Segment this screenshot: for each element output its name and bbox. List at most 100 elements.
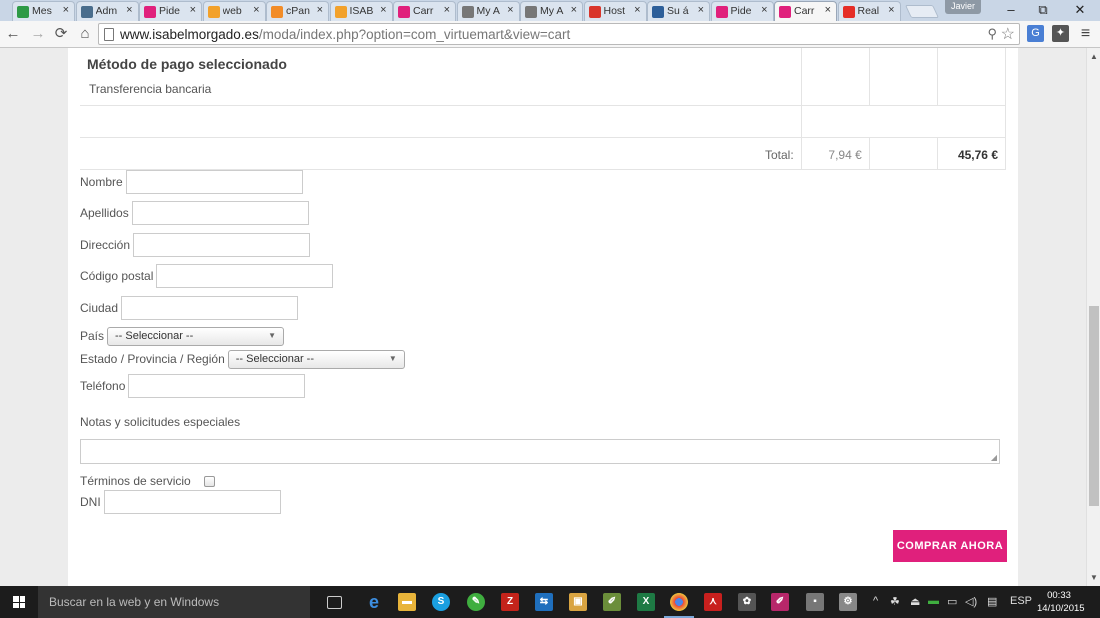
close-tab-icon[interactable]: ×: [761, 4, 767, 16]
close-tab-icon[interactable]: ×: [253, 4, 259, 16]
page-scrollbar[interactable]: ▲ ▼: [1086, 48, 1100, 586]
bookmark-star-icon[interactable]: ☆: [1001, 24, 1015, 44]
field-ciudad: Ciudad: [80, 296, 299, 320]
reload-icon[interactable]: ⟳: [52, 24, 70, 44]
close-tab-icon[interactable]: ×: [571, 4, 577, 16]
settings-app-icon[interactable]: ⚙: [839, 593, 857, 611]
direccion-input[interactable]: [133, 233, 311, 257]
teamviewer-icon[interactable]: ⇆: [535, 593, 553, 611]
browser-tab[interactable]: cPan ×: [266, 1, 329, 21]
browser-tab[interactable]: Mes ×: [12, 1, 75, 21]
start-button[interactable]: [0, 586, 38, 618]
pdf-creator-icon[interactable]: ✐: [771, 593, 789, 611]
filezilla-icon[interactable]: Z: [501, 593, 519, 611]
profile-button[interactable]: Javier: [945, 0, 981, 14]
cart-summary-table: Método de pago seleccionado Transferenci…: [80, 48, 1007, 170]
close-window-icon[interactable]: ✕: [1062, 0, 1098, 21]
close-tab-icon[interactable]: ×: [634, 4, 640, 16]
region-select[interactable]: -- Seleccionar -- ▼: [227, 349, 405, 369]
tray-app-icon[interactable]: ☘: [890, 595, 900, 608]
ciudad-input[interactable]: [121, 296, 299, 320]
dropdown-arrow-icon: ▼: [388, 353, 397, 363]
tray-green-icon[interactable]: ▬: [928, 595, 939, 607]
close-tab-icon[interactable]: ×: [444, 4, 450, 16]
field-telefono: Teléfono: [80, 374, 306, 398]
telefono-input[interactable]: [128, 374, 306, 398]
scroll-thumb[interactable]: [1089, 306, 1099, 506]
terms-checkbox[interactable]: [203, 475, 215, 487]
nombre-input[interactable]: [125, 170, 303, 194]
restore-icon[interactable]: ⧉: [1025, 0, 1061, 21]
browser-tab[interactable]: Pide ×: [139, 1, 202, 21]
taskbar-search[interactable]: Buscar en la web y en Windows: [38, 586, 310, 618]
usb-icon[interactable]: ⏏: [910, 595, 920, 608]
notifications-icon[interactable]: ▤: [987, 595, 997, 608]
new-tab-button[interactable]: [904, 5, 940, 18]
translate-extension-icon[interactable]: G: [1027, 25, 1044, 42]
browser-tab[interactable]: Su á ×: [647, 1, 710, 21]
clock[interactable]: 00:33 14/10/2015: [1037, 589, 1085, 615]
acrobat-icon[interactable]: ⋏: [704, 593, 722, 611]
green-app-icon[interactable]: ✎: [467, 593, 485, 611]
language-indicator[interactable]: ESP: [1010, 595, 1032, 607]
close-tab-icon[interactable]: ×: [317, 4, 323, 16]
paint-icon[interactable]: ✿: [738, 593, 756, 611]
volume-icon[interactable]: ◁): [965, 595, 977, 608]
excel-icon[interactable]: X: [637, 593, 655, 611]
close-tab-icon[interactable]: ×: [190, 4, 196, 16]
pin-icon[interactable]: ⚲: [987, 26, 997, 42]
buy-now-button[interactable]: COMPRAR AHORA: [893, 530, 1007, 562]
file-explorer-icon[interactable]: ▬: [398, 593, 416, 611]
telefono-label: Teléfono: [80, 379, 126, 393]
scroll-up-arrow-icon[interactable]: ▲: [1090, 52, 1098, 61]
joomla-icon: [334, 6, 347, 18]
browser-tab[interactable]: My A ×: [456, 1, 520, 21]
close-tab-icon[interactable]: ×: [698, 4, 704, 16]
browser-tab[interactable]: Host ×: [583, 1, 647, 21]
battery-icon[interactable]: ▭: [947, 595, 957, 608]
browser-tab[interactable]: Real ×: [837, 1, 901, 21]
direccion-label: Dirección: [80, 238, 131, 252]
browser-tab[interactable]: My A ×: [520, 1, 583, 21]
shop-logo-icon: [398, 6, 410, 18]
back-arrow-icon[interactable]: ←: [4, 24, 22, 44]
folder-app-icon[interactable]: ▣: [569, 593, 587, 611]
browser-tab[interactable]: Pide ×: [710, 1, 774, 21]
notes-textarea[interactable]: ◢: [80, 439, 1000, 464]
chrome-icon[interactable]: [664, 593, 694, 618]
edge-icon[interactable]: e: [365, 593, 383, 611]
pais-select[interactable]: -- Seleccionar -- ▼: [107, 326, 285, 346]
browser-tab[interactable]: web ×: [202, 1, 266, 21]
close-tab-icon[interactable]: ×: [888, 4, 894, 16]
close-tab-icon[interactable]: ×: [126, 4, 132, 16]
browser-tab[interactable]: Carr ×: [393, 1, 456, 21]
extension-icon[interactable]: ✦: [1052, 25, 1069, 42]
codigo-postal-input[interactable]: [156, 264, 334, 288]
browser-tab[interactable]: ISAB ×: [329, 1, 393, 21]
skype-icon[interactable]: S: [432, 593, 450, 611]
close-tab-icon[interactable]: ×: [63, 4, 69, 16]
tab-title: Pide: [730, 5, 752, 17]
window-app-icon[interactable]: ▪: [806, 593, 824, 611]
task-view-icon[interactable]: [327, 596, 342, 609]
address-bar[interactable]: www.isabelmorgado.es/moda/index.php?opti…: [98, 23, 1020, 45]
close-tab-icon[interactable]: ×: [380, 4, 386, 16]
browser-tab[interactable]: Adm ×: [75, 1, 139, 21]
browser-tab[interactable]: Carr ×: [774, 1, 837, 21]
tax-total: 7,94 €: [800, 136, 870, 170]
tab-title: web: [222, 5, 242, 17]
close-tab-icon[interactable]: ×: [825, 4, 831, 16]
menu-icon[interactable]: ≡: [1077, 25, 1094, 42]
resize-grip-icon[interactable]: ◢: [991, 453, 997, 462]
scroll-down-arrow-icon[interactable]: ▼: [1090, 573, 1098, 582]
forward-arrow-icon[interactable]: →: [29, 24, 47, 44]
ciudad-label: Ciudad: [80, 301, 119, 315]
minimize-icon[interactable]: –: [993, 0, 1029, 21]
close-tab-icon[interactable]: ×: [507, 4, 513, 16]
home-icon[interactable]: ⌂: [76, 24, 94, 44]
url-text[interactable]: www.isabelmorgado.es/moda/index.php?opti…: [120, 27, 570, 42]
dni-input[interactable]: [103, 490, 281, 514]
notepad-icon[interactable]: ✐: [603, 593, 621, 611]
tray-expand-icon[interactable]: ^: [873, 595, 878, 607]
apellidos-input[interactable]: [131, 201, 309, 225]
